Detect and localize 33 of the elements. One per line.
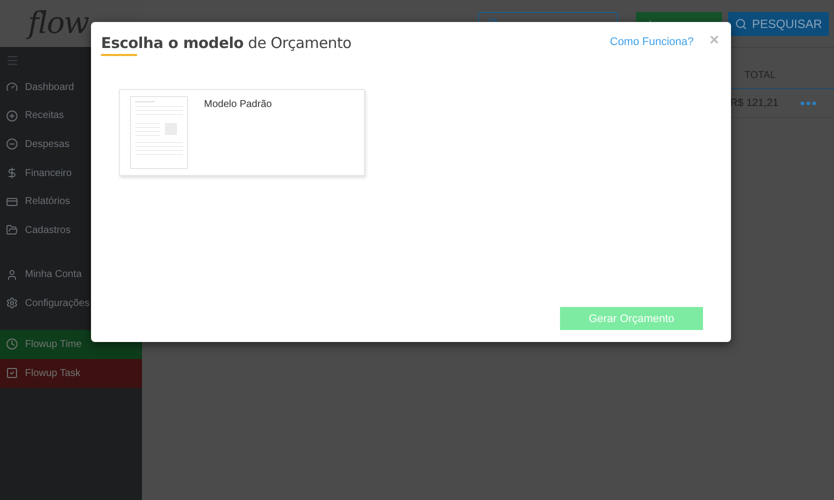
- sidebar-label: Flowup Time: [25, 338, 82, 350]
- sidebar-item[interactable]: Relatórios: [0, 187, 142, 216]
- row-menu-button[interactable]: •••: [800, 95, 834, 111]
- minus-circle-icon: [6, 138, 18, 150]
- gauge-icon: [6, 81, 18, 94]
- dollar-icon: [6, 167, 18, 180]
- sidebar-item[interactable]: Cadastros: [0, 216, 142, 245]
- sidebar-label: Receitas: [25, 110, 64, 122]
- sidebar-label: Cadastros: [25, 224, 71, 236]
- folder-icon: [6, 224, 18, 236]
- sidebar-label: Dashboard: [25, 82, 74, 93]
- plus-circle-icon: [6, 110, 18, 122]
- close-button[interactable]: ×: [710, 34, 719, 48]
- sidebar-label: Despesas: [25, 138, 70, 150]
- help-link[interactable]: Como Funciona?: [610, 36, 694, 48]
- settings-icon: [6, 297, 18, 310]
- sidebar-label: Financeiro: [25, 168, 72, 179]
- card-icon: [6, 196, 18, 208]
- template-card[interactable]: Modelo Padrão: [119, 89, 365, 176]
- search-icon: [734, 18, 747, 30]
- checkbox-icon: [6, 367, 18, 380]
- sidebar-item[interactable]: Configurações: [0, 289, 142, 318]
- sidebar-label: Flowup Task: [25, 368, 80, 379]
- user-icon: [6, 268, 18, 281]
- app-link[interactable]: Flowup Task: [0, 358, 142, 388]
- sidebar-label: Configurações: [25, 298, 90, 309]
- clock-icon: [6, 338, 18, 350]
- sidebar-label: Minha Conta: [25, 269, 82, 280]
- search-button[interactable]: PESQUISAR: [728, 12, 829, 36]
- template-name: Modelo Padrão: [204, 99, 272, 112]
- menu-icon[interactable]: [6, 54, 19, 66]
- sidebar-item[interactable]: Minha Conta: [0, 260, 142, 290]
- sidebar-label: Relatórios: [25, 196, 70, 208]
